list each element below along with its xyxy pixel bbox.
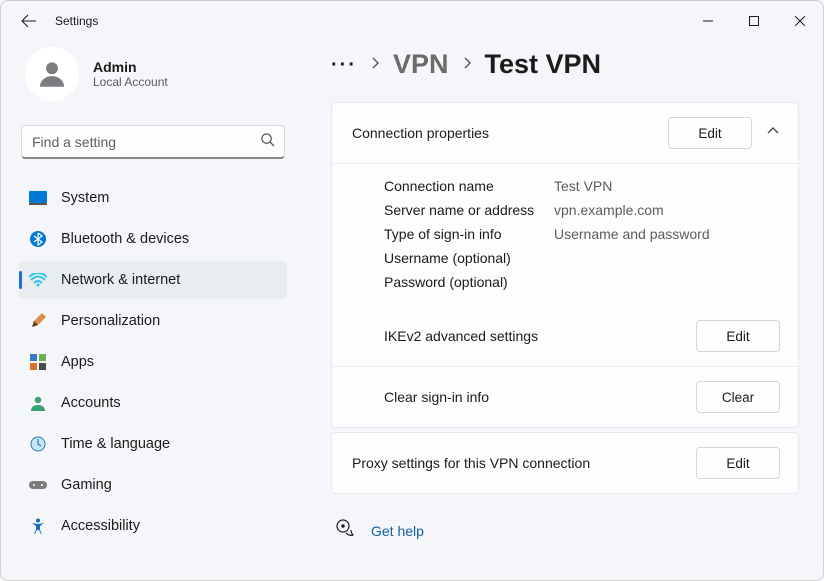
chevron-up-icon[interactable] — [766, 124, 780, 143]
sidebar-item-label: Time & language — [61, 436, 170, 452]
help-icon — [335, 518, 355, 543]
kv-row: Type of sign-in infoUsername and passwor… — [384, 222, 778, 246]
profile-subtitle: Local Account — [93, 75, 168, 89]
proxy-edit-button[interactable]: Edit — [696, 447, 780, 479]
network-icon — [29, 271, 47, 289]
clear-signin-button[interactable]: Clear — [696, 381, 780, 413]
kv-row: Server name or addressvpn.example.com — [384, 198, 778, 222]
avatar — [25, 47, 79, 101]
accessibility-icon — [29, 517, 47, 535]
maximize-button[interactable] — [731, 1, 777, 41]
clear-signin-row: Clear sign-in info Clear — [332, 366, 798, 427]
row-label: Clear sign-in info — [384, 389, 489, 405]
close-button[interactable] — [777, 1, 823, 41]
ikev2-edit-button[interactable]: Edit — [696, 320, 780, 352]
search-icon — [260, 132, 275, 152]
sidebar-item-label: Accounts — [61, 395, 121, 411]
proxy-settings-row[interactable]: Proxy settings for this VPN connection E… — [332, 433, 798, 493]
breadcrumb-overflow[interactable]: ··· — [331, 55, 357, 75]
profile-name: Admin — [93, 59, 168, 75]
search-input[interactable] — [21, 125, 285, 159]
edit-connection-button[interactable]: Edit — [668, 117, 752, 149]
page-title: Test VPN — [485, 49, 602, 80]
connection-properties-header[interactable]: Connection properties Edit — [332, 103, 798, 163]
sidebar-item-accounts[interactable]: Accounts — [19, 384, 287, 422]
personalization-icon — [29, 312, 47, 330]
connection-properties-card: Connection properties Edit Connection na… — [331, 102, 799, 428]
sidebar-item-accessibility[interactable]: Accessibility — [19, 507, 287, 545]
sidebar-item-network[interactable]: Network & internet — [19, 261, 287, 299]
window-title: Settings — [55, 14, 98, 28]
sidebar-item-bluetooth[interactable]: Bluetooth & devices — [19, 220, 287, 258]
sidebar-item-personalization[interactable]: Personalization — [19, 302, 287, 340]
system-icon — [29, 189, 47, 207]
kv-row: Username (optional) — [384, 246, 778, 270]
bluetooth-icon — [29, 230, 47, 248]
breadcrumb: ··· VPN Test VPN — [331, 41, 799, 102]
sidebar-item-apps[interactable]: Apps — [19, 343, 287, 381]
chevron-right-icon — [369, 56, 381, 74]
sidebar-item-gaming[interactable]: Gaming — [19, 466, 287, 504]
sidebar-item-label: System — [61, 190, 109, 206]
proxy-settings-card: Proxy settings for this VPN connection E… — [331, 432, 799, 494]
sidebar-item-system[interactable]: System — [19, 179, 287, 217]
row-label: IKEv2 advanced settings — [384, 328, 538, 344]
row-label: Proxy settings for this VPN connection — [352, 455, 590, 471]
breadcrumb-parent[interactable]: VPN — [393, 49, 449, 80]
sidebar-item-label: Personalization — [61, 313, 160, 329]
accounts-icon — [29, 394, 47, 412]
sidebar-item-label: Apps — [61, 354, 94, 370]
minimize-button[interactable] — [685, 1, 731, 41]
back-button[interactable] — [21, 13, 37, 29]
chevron-right-icon — [461, 56, 473, 74]
apps-icon — [29, 353, 47, 371]
sidebar-item-label: Gaming — [61, 477, 112, 493]
ikev2-row: IKEv2 advanced settings Edit — [332, 306, 798, 366]
kv-row: Password (optional) — [384, 270, 778, 294]
get-help-link[interactable]: Get help — [371, 523, 424, 539]
profile-block[interactable]: Admin Local Account — [19, 41, 287, 115]
connection-properties-fields: Connection nameTest VPN Server name or a… — [332, 163, 798, 306]
sidebar-item-label: Network & internet — [61, 272, 180, 288]
time-language-icon — [29, 435, 47, 453]
card-title: Connection properties — [352, 125, 489, 141]
sidebar-item-label: Accessibility — [61, 518, 140, 534]
gaming-icon — [29, 476, 47, 494]
sidebar-item-label: Bluetooth & devices — [61, 231, 189, 247]
kv-row: Connection nameTest VPN — [384, 174, 778, 198]
sidebar-item-time-language[interactable]: Time & language — [19, 425, 287, 463]
